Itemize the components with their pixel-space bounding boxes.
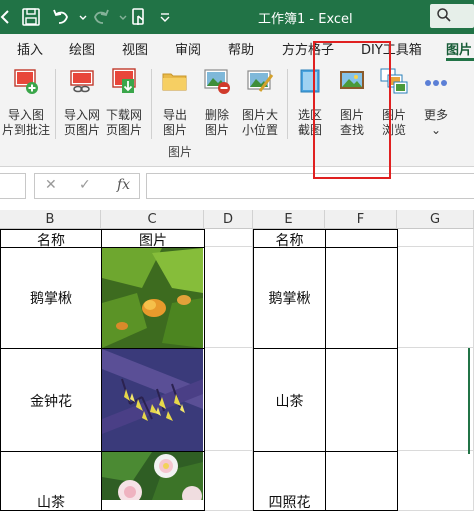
cell-e-header[interactable]: 名称 [253,229,326,249]
insert-function-icon[interactable]: fx [117,177,130,193]
ribbon-separator [55,69,56,139]
enter-icon[interactable]: ✓ [79,177,91,193]
cell-b-3[interactable]: 山茶 [0,451,102,511]
plant-name: 四照花 [268,495,311,511]
plant-name: 金钟花 [30,394,72,410]
import-web-image-label: 导入网 页图片 [63,108,100,137]
cell-d-2[interactable] [204,348,253,451]
column-header-g[interactable]: G [397,210,474,229]
undo-icon[interactable] [50,6,72,28]
delete-image-label: 删除 图片 [204,108,229,137]
tab-review[interactable]: 审阅 [175,39,201,58]
column-header-d[interactable]: D [204,210,253,229]
export-image-folder-icon [162,73,187,91]
cell-f-3[interactable] [325,451,398,511]
cell-g-2[interactable] [397,348,474,451]
cell-e-2[interactable]: 山茶 [253,348,326,452]
column-header-c[interactable]: C [101,210,204,229]
ribbon-tabs: 插入 绘图 视图 审阅 帮助 方方格子 DIY工具箱 图片 [0,34,474,61]
ribbon-panel: 导入图 片到批注 导入网 页图片 下载网 页图片 导出 图片 删除 图片 图片大… [0,61,474,167]
cell-g-1[interactable] [397,247,474,348]
formula-buttons: ✕ ✓ fx [34,173,140,199]
import-web-image-icon [70,70,94,93]
image-size-position-icon [247,70,274,92]
cell-g-header[interactable] [397,229,474,247]
formula-bar: ✕ ✓ fx [0,167,474,205]
save-icon[interactable] [20,6,42,28]
touch-mode-icon[interactable] [128,6,150,28]
ribbon-group-label: 图片 [168,145,193,159]
cell-d-header[interactable] [204,229,253,247]
plant-name: 山茶 [37,495,65,511]
cell-b-1[interactable]: 鹅掌楸 [0,247,102,349]
camellia-photo[interactable] [102,452,203,500]
tab-insert[interactable]: 插入 [17,39,43,58]
title-bar: 工作簿1 - Excel [0,0,474,34]
formula-input[interactable] [146,173,474,199]
download-web-image-icon [112,68,136,93]
highlight-box [313,41,391,179]
tulip-tree-photo[interactable] [102,248,203,348]
plant-name: 鹅掌楸 [268,291,311,307]
tab-pictures[interactable]: 图片 [446,39,472,58]
ribbon-separator [287,69,288,139]
import-to-comment-icon [14,69,38,94]
search-icon [437,8,451,22]
download-web-image-label: 下载网 页图片 [105,108,142,137]
cell-f-1[interactable] [325,247,398,349]
customize-toolbar-icon[interactable] [154,6,170,28]
cancel-icon[interactable]: ✕ [45,177,57,193]
plant-name: 鹅掌楸 [30,291,72,307]
window-title: 工作簿1 - Excel [258,12,353,27]
export-image-label: 导出 图片 [162,108,187,137]
delete-image-icon [204,69,230,94]
column-header-b[interactable]: B [0,210,101,229]
forsythia-photo[interactable] [102,349,203,451]
column-header-e[interactable]: E [253,210,325,229]
import-to-comment-label: 导入图 片到批注 [1,108,50,137]
name-box[interactable] [0,173,26,199]
cell-b-2[interactable]: 金钟花 [0,348,102,452]
plant-name: 山茶 [275,394,304,410]
column-header-f[interactable]: F [325,210,397,229]
more-label: 更多 ⌄ [423,108,448,137]
cell-f-header[interactable] [325,229,398,248]
redo-icon[interactable] [90,6,112,28]
tab-view[interactable]: 视图 [122,39,148,58]
search-box[interactable] [430,4,474,28]
cell-e-1[interactable]: 鹅掌楸 [253,247,326,349]
tab-draw[interactable]: 绘图 [69,39,95,58]
ribbon-separator [151,69,152,139]
cell-b-header[interactable]: 名称 [0,229,102,249]
cell-d-3[interactable] [204,451,253,511]
redo-dropdown-icon[interactable] [112,6,127,28]
scroll-left-icon[interactable] [0,6,16,28]
cell-g-3[interactable] [397,451,474,511]
cell-e-3[interactable]: 四照花 [253,451,326,511]
selection-border [468,348,470,454]
cell-d-1[interactable] [204,247,253,348]
more-dots-icon [425,80,447,86]
image-size-position-label: 图片大 小位置 [241,108,278,137]
tab-help[interactable]: 帮助 [228,39,254,58]
cell-f-2[interactable] [325,348,398,452]
cell-c-header[interactable]: 图片 [101,229,205,249]
undo-dropdown-icon[interactable] [72,6,87,28]
